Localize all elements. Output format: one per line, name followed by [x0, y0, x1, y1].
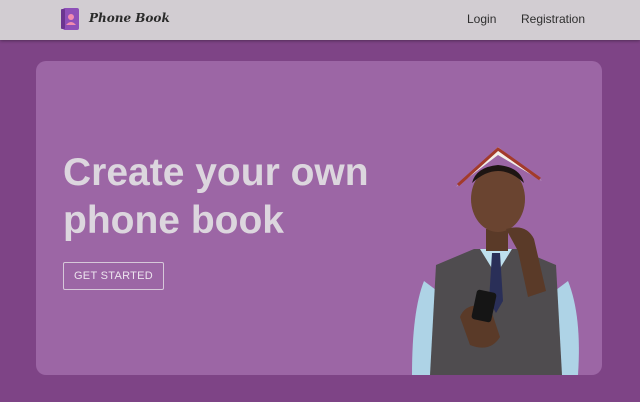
- login-link[interactable]: Login: [467, 12, 496, 26]
- get-started-button[interactable]: GET STARTED: [63, 262, 164, 290]
- hero-panel: Create your own phone book GET STARTED: [36, 61, 602, 375]
- registration-link[interactable]: Registration: [521, 12, 585, 26]
- phone-book-icon[interactable]: [60, 6, 80, 32]
- brand-name[interactable]: Phone Book: [89, 11, 170, 25]
- hero-person-image: [412, 147, 579, 375]
- hero-title: Create your own phone book: [63, 151, 369, 242]
- navbar: Phone Book Login Registration: [0, 0, 640, 40]
